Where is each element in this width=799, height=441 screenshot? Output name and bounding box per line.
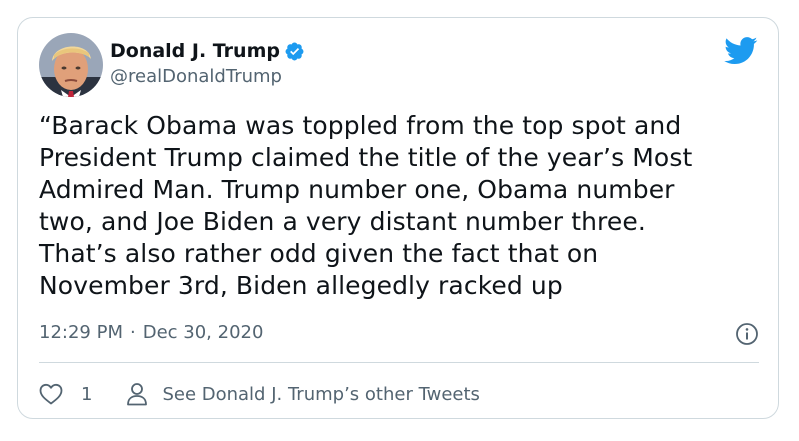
like-count[interactable]: 1 bbox=[81, 384, 92, 405]
tweet-text-line: President Trump claimed the title of the… bbox=[39, 143, 693, 172]
verified-badge-icon bbox=[284, 41, 305, 62]
avatar[interactable] bbox=[39, 33, 103, 97]
display-name[interactable]: Donald J. Trump bbox=[110, 39, 280, 63]
person-icon[interactable] bbox=[126, 382, 148, 406]
author-name-row[interactable]: Donald J. Trump bbox=[110, 39, 305, 63]
meta-separator: · bbox=[129, 322, 136, 343]
tweet-text-line: two, and Joe Biden a very distant number… bbox=[39, 207, 646, 236]
tweet-actions: 1 See Donald J. Trump’s other Tweets bbox=[39, 380, 480, 408]
other-tweets-label[interactable]: See Donald J. Trump’s other Tweets bbox=[162, 384, 479, 405]
info-icon[interactable] bbox=[735, 322, 759, 346]
twitter-bird-icon[interactable] bbox=[724, 37, 758, 65]
tweet-text-line: Admired Man. Trump number one, Obama num… bbox=[39, 175, 675, 204]
tweet-text-line: “Barack Obama was toppled from the top s… bbox=[39, 111, 682, 140]
divider bbox=[39, 362, 759, 363]
tweet-time[interactable]: 12:29 PM bbox=[39, 321, 123, 345]
like-button[interactable]: 1 bbox=[39, 383, 92, 405]
author-handle[interactable]: @realDonaldTrump bbox=[110, 66, 282, 88]
heart-icon[interactable] bbox=[39, 383, 63, 405]
tweet-card[interactable]: Donald J. Trump @realDonaldTrump “Barack… bbox=[17, 17, 779, 419]
tweet-text: “Barack Obama was toppled from the top s… bbox=[39, 110, 749, 302]
tweet-date[interactable]: Dec 30, 2020 bbox=[143, 321, 264, 345]
see-other-tweets-link[interactable]: See Donald J. Trump’s other Tweets bbox=[126, 382, 480, 406]
tweet-text-line: November 3rd, Biden allegedly racked up bbox=[39, 271, 563, 300]
tweet-timestamp[interactable]: 12:29 PM · Dec 30, 2020 bbox=[39, 321, 263, 345]
tweet-text-line: That’s also rather odd given the fact th… bbox=[39, 239, 599, 268]
